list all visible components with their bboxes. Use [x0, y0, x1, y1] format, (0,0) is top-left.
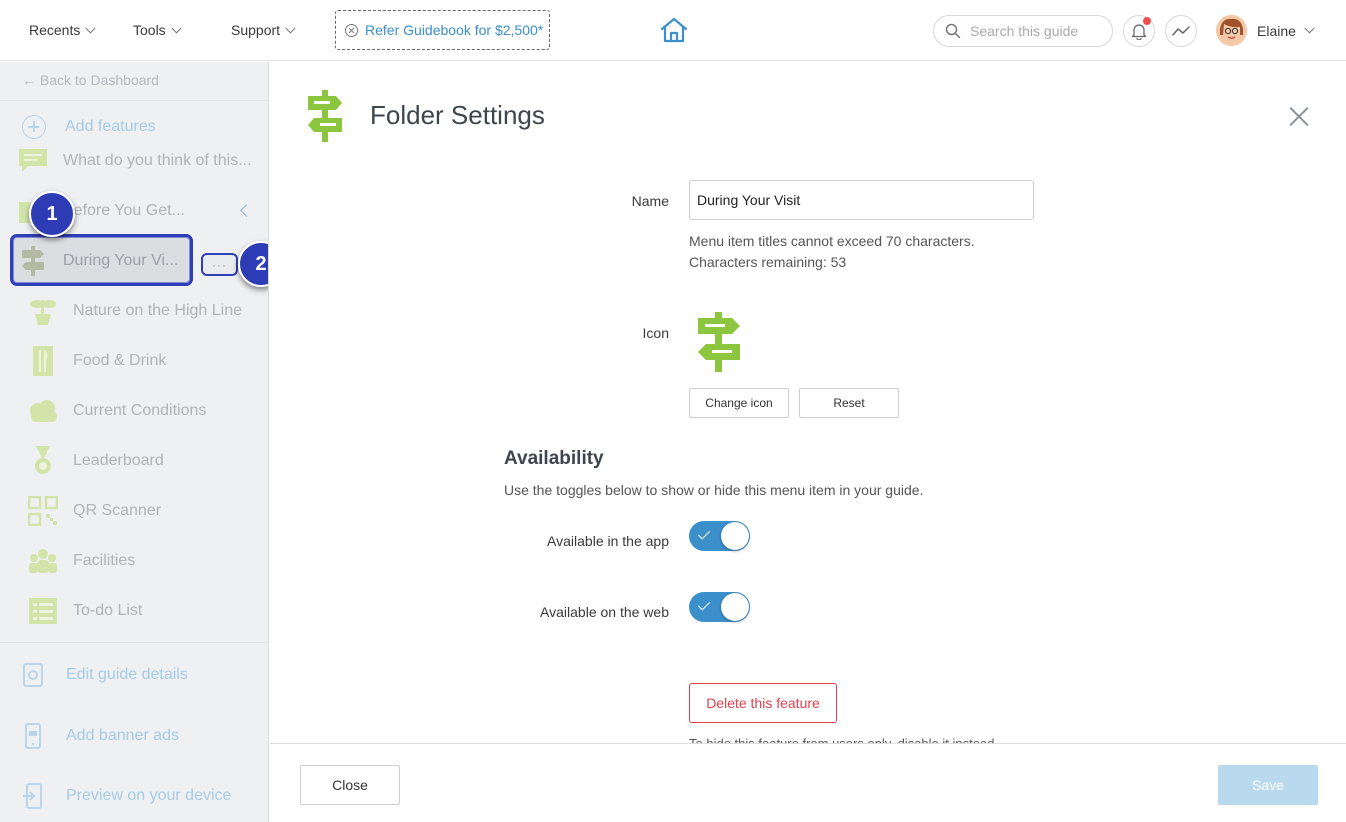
sidebar-footer: Edit guide details Add banner ads Previe… [0, 642, 268, 822]
divider [0, 100, 268, 101]
sidebar-item-food-drink[interactable]: Food & Drink [28, 346, 166, 376]
sidebar-item-label: Facilities [73, 552, 136, 569]
signpost-icon [308, 90, 342, 142]
refer-banner-button[interactable]: Refer Guidebook for $2,500* [335, 10, 550, 50]
add-banner-ads-link[interactable]: Add banner ads [22, 723, 179, 749]
sidebar-item-leaderboard[interactable]: Leaderboard [28, 446, 164, 476]
search-input[interactable] [970, 23, 1100, 39]
add-features-button[interactable]: Add features [22, 115, 156, 139]
toggle-knob [721, 522, 749, 550]
sidebar-item-qr-scanner[interactable]: QR Scanner [28, 496, 161, 526]
signpost-icon [18, 246, 48, 276]
characters-remaining: Characters remaining: 53 [689, 254, 847, 270]
avatar [1216, 15, 1247, 46]
chevron-down-icon [1304, 23, 1315, 34]
nav-tools-label: Tools [133, 22, 166, 38]
nav-recents[interactable]: Recents [29, 22, 96, 38]
edit-guide-details-link[interactable]: Edit guide details [22, 663, 188, 687]
chevron-down-icon [85, 23, 96, 33]
more-options-button[interactable]: ··· [201, 253, 238, 276]
available-in-app-label: Available in the app [547, 533, 669, 549]
user-menu[interactable]: Elaine [1216, 15, 1315, 46]
reset-icon-button[interactable]: Reset [799, 388, 899, 418]
refer-label: Refer Guidebook for $2,500* [365, 22, 544, 38]
settings-icon [23, 663, 43, 687]
nav-tools[interactable]: Tools [133, 22, 182, 38]
nav-support[interactable]: Support [231, 22, 296, 38]
folder-settings-panel: Folder Settings Name Menu item titles ca… [270, 62, 1346, 822]
signpost-icon [698, 312, 740, 372]
available-on-web-toggle[interactable] [689, 592, 750, 622]
name-label: Name [631, 193, 669, 209]
activity-button[interactable] [1165, 15, 1197, 47]
add-features-label: Add features [65, 118, 156, 135]
available-in-app-toggle[interactable] [689, 521, 750, 551]
close-button[interactable]: Close [300, 765, 400, 805]
device-preview-icon [23, 783, 42, 809]
availability-heading: Availability [504, 448, 604, 469]
home-icon[interactable] [659, 16, 689, 44]
preview-on-device-label: Preview on your device [66, 787, 232, 804]
sidebar-item-label: QR Scanner [73, 502, 162, 519]
delete-feature-button[interactable]: Delete this feature [689, 683, 837, 723]
sidebar-item-feedback[interactable]: What do you think of this... [18, 146, 252, 176]
search-icon [945, 23, 961, 39]
chevron-down-icon [285, 23, 296, 33]
sidebar: ← Back to Dashboard Add features What do… [0, 62, 269, 822]
name-helper-text: Menu item titles cannot exceed 70 charac… [689, 233, 975, 249]
sidebar-item-label: What do you think of this... [63, 152, 252, 169]
panel-footer: Close Save [270, 743, 1346, 822]
sidebar-item-current-conditions[interactable]: Current Conditions [28, 396, 206, 426]
sidebar-item-during-your-visit[interactable]: During Your Vi... [18, 246, 178, 276]
plant-icon [28, 296, 58, 326]
page-title: Folder Settings [370, 100, 545, 130]
notification-dot [1143, 17, 1151, 25]
close-icon[interactable] [1288, 106, 1310, 128]
user-name: Elaine [1257, 22, 1296, 39]
checkmark-icon [697, 598, 711, 611]
name-field[interactable] [689, 180, 1034, 220]
sidebar-item-facilities[interactable]: Facilities [28, 546, 135, 576]
notifications-button[interactable] [1123, 15, 1155, 47]
add-banner-ads-label: Add banner ads [66, 727, 179, 744]
plus-circle-icon [22, 115, 46, 139]
search-box [933, 15, 1113, 47]
medal-icon [28, 446, 58, 476]
nav-support-label: Support [231, 22, 281, 38]
checklist-icon [28, 596, 58, 626]
sidebar-item-label: Nature on the High Line [73, 302, 242, 319]
qr-code-icon [28, 496, 58, 526]
nav-recents-label: Recents [29, 22, 81, 38]
step-badge-2: 2 [238, 241, 268, 287]
toggle-knob [721, 593, 749, 621]
dismiss-circle-icon[interactable] [345, 23, 358, 37]
sidebar-item-label: Food & Drink [73, 352, 167, 369]
available-on-web-label: Available on the web [540, 604, 669, 620]
speech-bubble-icon [18, 146, 48, 176]
save-button[interactable]: Save [1218, 765, 1318, 805]
sidebar-item-label: To-do List [73, 602, 143, 619]
chevron-down-icon [171, 23, 182, 33]
checkmark-icon [697, 527, 711, 540]
sidebar-item-label: Leaderboard [73, 452, 164, 469]
sidebar-item-label: During Your Vi... [63, 252, 179, 269]
icon-label: Icon [642, 325, 669, 341]
sidebar-item-todo-list[interactable]: To-do List [28, 596, 142, 626]
availability-description: Use the toggles below to show or hide th… [504, 482, 924, 498]
people-icon [28, 546, 58, 576]
sidebar-item-label: Current Conditions [73, 402, 207, 419]
activity-chart-icon [1172, 26, 1190, 36]
phone-icon [25, 723, 41, 749]
back-to-dashboard-link[interactable]: ← Back to Dashboard [22, 72, 159, 88]
utensils-icon [28, 346, 58, 376]
step-badge-1: 1 [29, 191, 75, 237]
cloud-icon [28, 396, 58, 426]
edit-guide-details-label: Edit guide details [66, 666, 188, 683]
sidebar-item-nature[interactable]: Nature on the High Line [28, 296, 242, 326]
sidebar-item-label: Before You Get... [63, 202, 185, 219]
preview-on-device-link[interactable]: Preview on your device [22, 783, 231, 809]
chevron-left-icon[interactable] [240, 204, 253, 217]
top-bar: Recents Tools Support Refer Guidebook fo… [0, 0, 1346, 61]
change-icon-button[interactable]: Change icon [689, 388, 789, 418]
